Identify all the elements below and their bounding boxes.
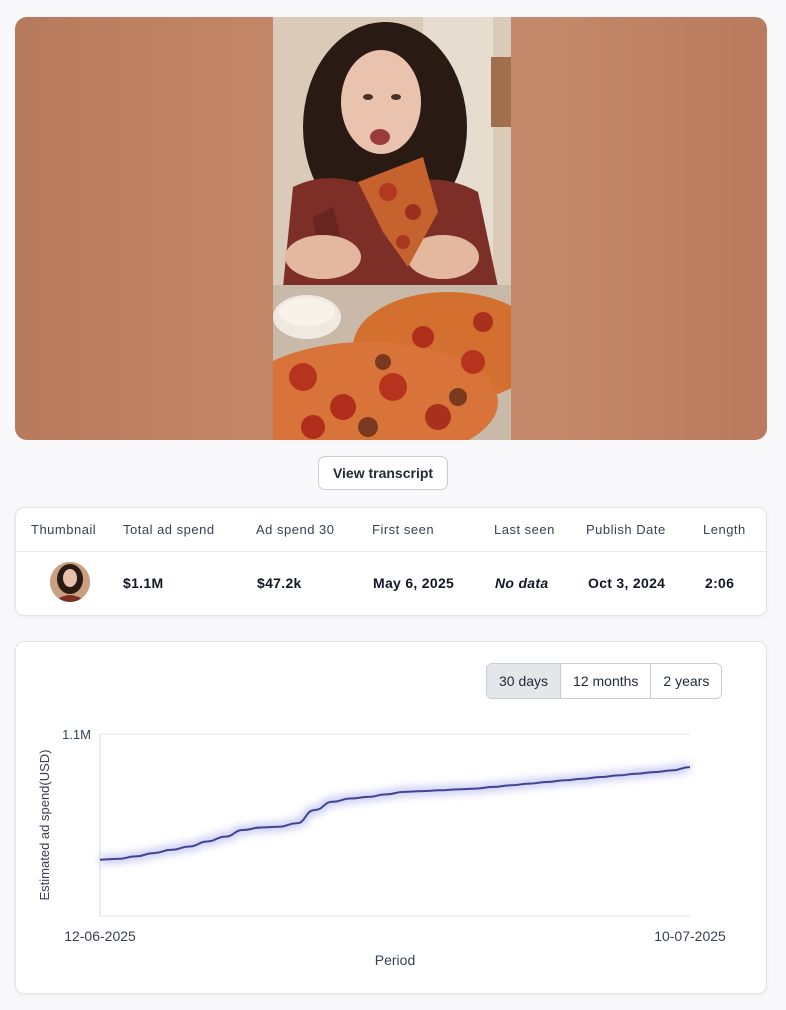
cell-first-seen: May 6, 2025 — [373, 575, 455, 591]
x-tick-label-start: 12-06-2025 — [64, 928, 136, 944]
cell-ad-spend-30: $47.2k — [257, 575, 302, 591]
header-ad-spend-30: Ad spend 30 — [256, 522, 335, 537]
thumbnail-avatar[interactable] — [50, 562, 90, 602]
y-tick-label: 1.1M — [62, 727, 91, 742]
ad-spend-chart-card: 30 days 12 months 2 years 1.1M 12-06-202… — [15, 641, 767, 994]
cell-total-ad-spend: $1.1M — [123, 575, 164, 591]
x-axis-title: Period — [375, 952, 415, 968]
view-transcript-button[interactable]: View transcript — [318, 456, 448, 490]
video-frame-image — [273, 17, 511, 440]
video-preview[interactable] — [15, 17, 767, 440]
ad-spend-line-chart: 1.1M 12-06-2025 10-07-2025 Period Estima… — [37, 727, 726, 968]
header-total-ad-spend: Total ad spend — [123, 522, 215, 537]
header-last-seen: Last seen — [494, 522, 555, 537]
ad-stats-table: Thumbnail Total ad spend Ad spend 30 Fir… — [15, 507, 767, 616]
cell-publish-date: Oct 3, 2024 — [588, 575, 666, 591]
header-publish-date: Publish Date — [586, 522, 666, 537]
cell-length: 2:06 — [705, 575, 735, 591]
header-thumbnail: Thumbnail — [31, 522, 97, 537]
y-axis-title: Estimated ad spend(USD) — [37, 749, 52, 900]
table-header: Thumbnail Total ad spend Ad spend 30 Fir… — [16, 508, 766, 552]
cell-last-seen: No data — [495, 575, 549, 591]
header-length: Length — [703, 522, 746, 537]
header-first-seen: First seen — [372, 522, 435, 537]
x-tick-label-end: 10-07-2025 — [654, 928, 726, 944]
